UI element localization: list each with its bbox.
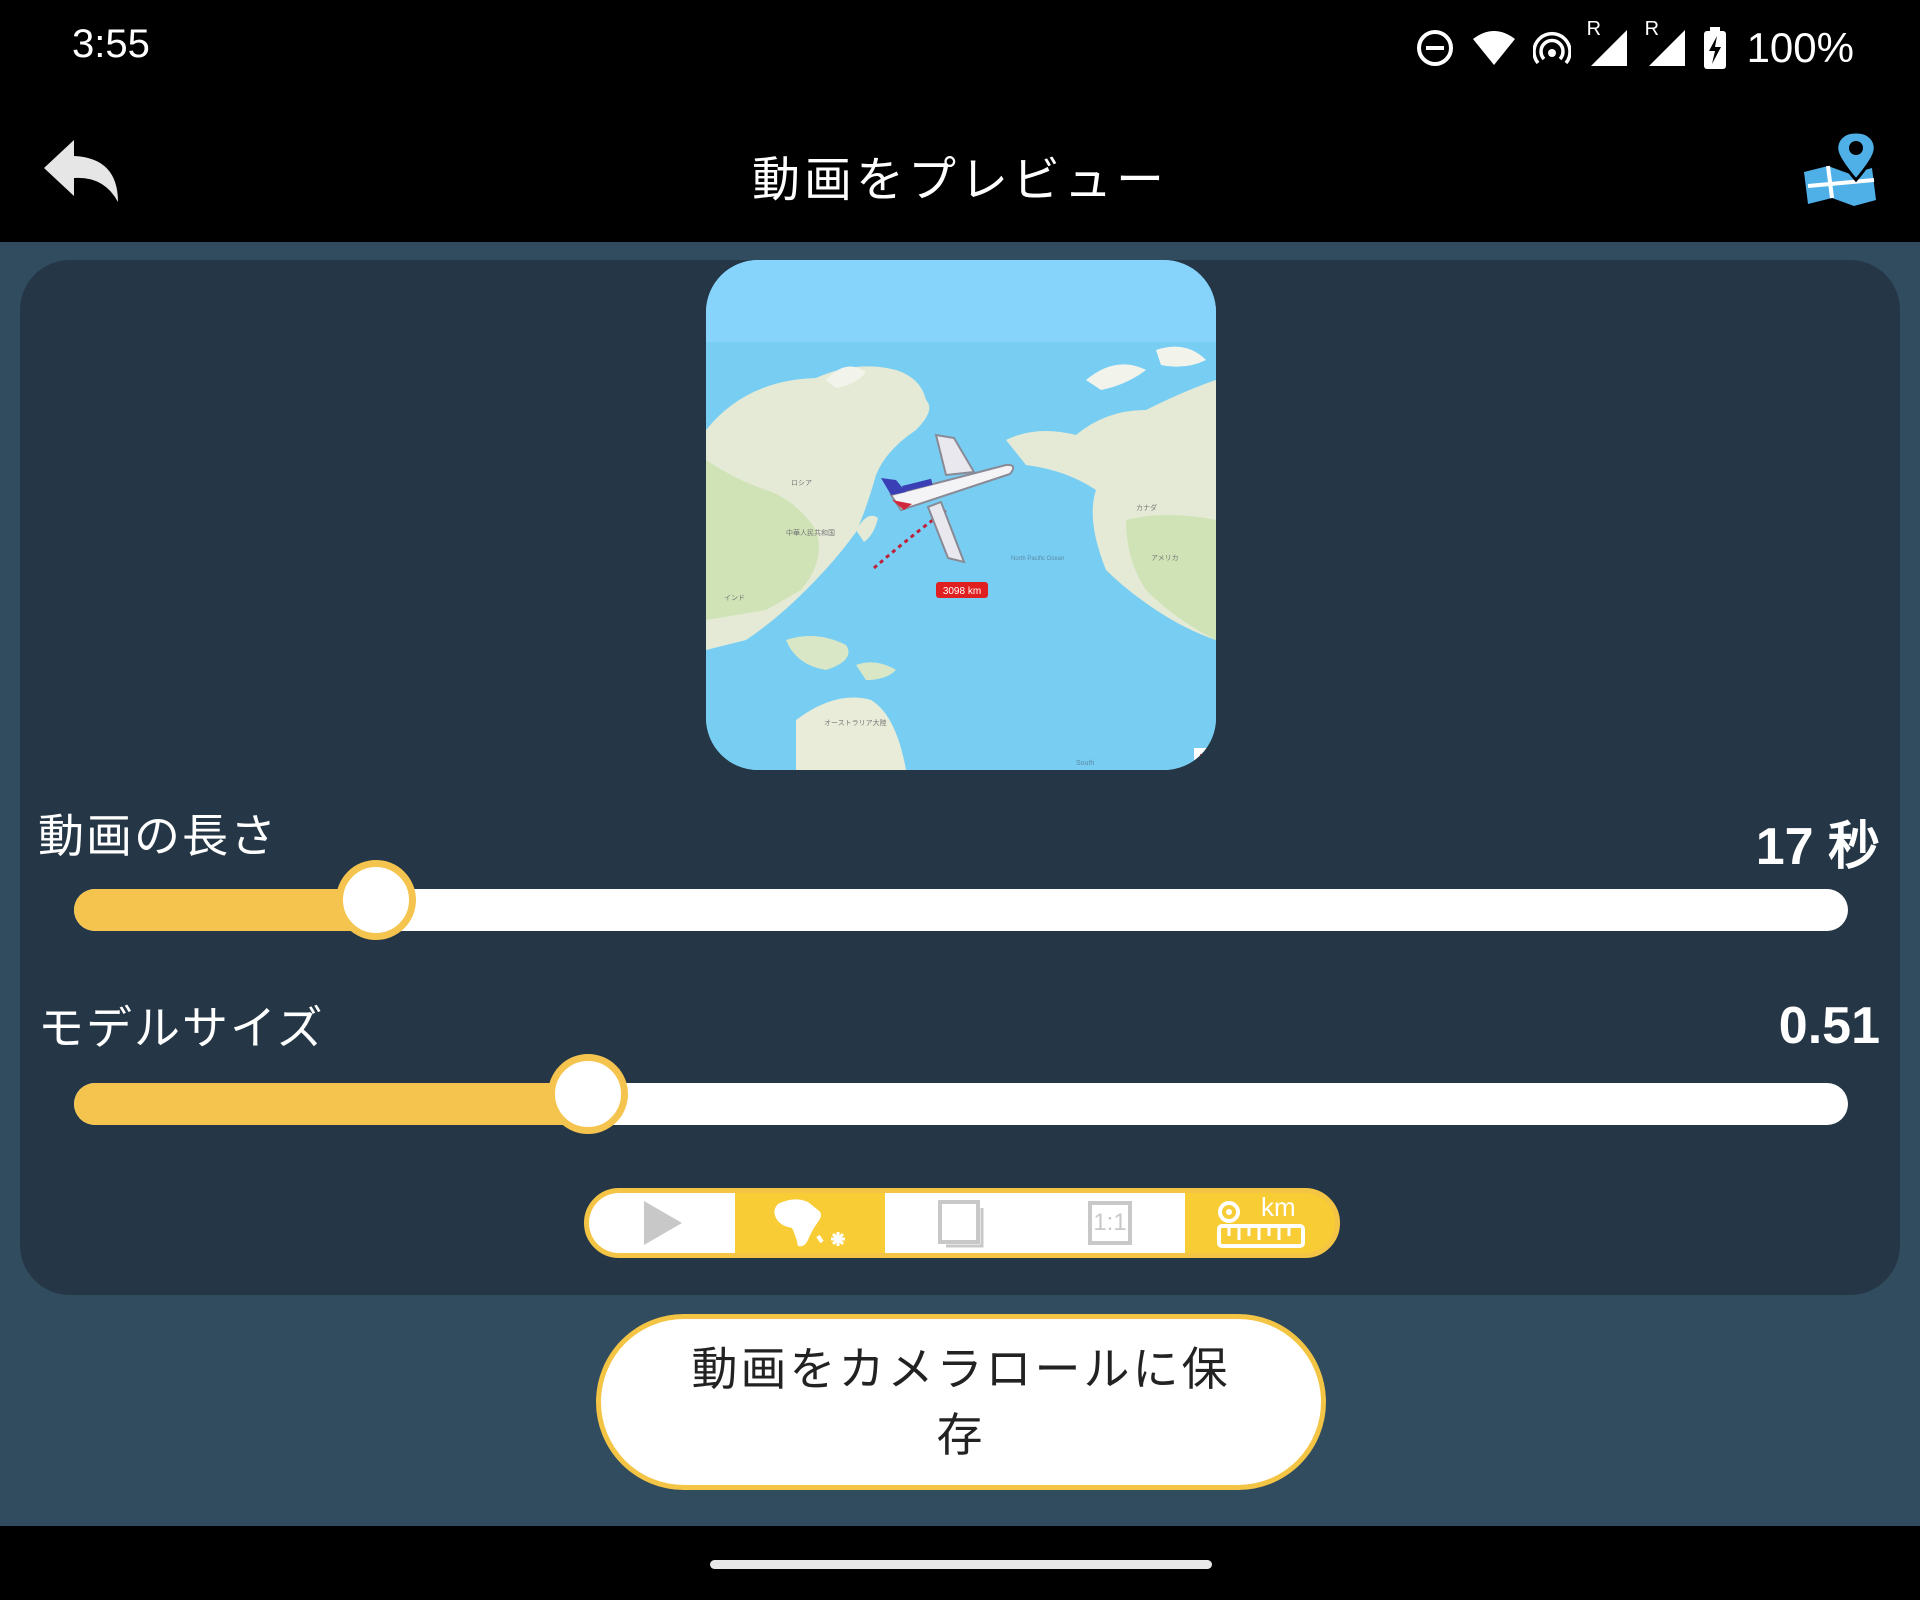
map-preview: 3098 km ロシア 中華人民共和国 インド アメリカ カナダ オーストラリア… — [706, 260, 1216, 770]
africa-map-icon — [768, 1196, 852, 1250]
distance-ruler-icon: km — [1215, 1193, 1305, 1250]
duration-slider-fill — [74, 889, 376, 931]
battery-charging-icon — [1703, 27, 1727, 69]
aspect-ratio-toggle[interactable]: 1:1 — [1035, 1193, 1185, 1253]
duration-value: 17 秒 — [1755, 818, 1880, 876]
settings-panel: 3098 km ロシア 中華人民共和国 インド アメリカ カナダ オーストラリア… — [20, 260, 1900, 1295]
save-to-camera-roll-button[interactable]: 動画をカメラロールに保存 — [596, 1314, 1326, 1490]
map-label-india: インド — [724, 595, 745, 602]
distance-ruler-toggle[interactable]: km — [1185, 1193, 1335, 1253]
map-label-south: South — [1076, 760, 1094, 767]
duration-label: 動画の長さ — [38, 809, 278, 863]
model-size-label: モデルサイズ — [38, 1001, 325, 1055]
play-icon — [640, 1199, 684, 1247]
frame-toggle[interactable] — [885, 1193, 1035, 1253]
africa-map-toggle[interactable] — [735, 1193, 885, 1253]
map-label-china: 中華人民共和国 — [786, 528, 835, 537]
model-size-value: 0.51 — [1778, 997, 1880, 1055]
frame-icon — [936, 1198, 984, 1248]
map-location-pin-icon — [1798, 130, 1880, 214]
display-options-toolbar: 1:1 km — [584, 1188, 1340, 1258]
duration-slider[interactable] — [74, 860, 1848, 940]
duration-slider-thumb[interactable] — [335, 860, 416, 940]
status-icons: R R 100% — [1415, 18, 1854, 74]
roaming-label: R — [1586, 18, 1602, 40]
status-time: 3:55 — [72, 22, 150, 66]
map-label-canada: カナダ — [1136, 503, 1157, 512]
do-not-disturb-icon — [1415, 28, 1455, 68]
aspect-ratio-icon: 1:1 — [1088, 1201, 1132, 1245]
app-bar: 動画をプレビュー — [0, 100, 1920, 242]
navigation-bar — [0, 1526, 1920, 1600]
distance-ruler-label: km — [1261, 1192, 1296, 1222]
map-label-russia: ロシア — [791, 479, 812, 487]
page-title: 動画をプレビュー — [751, 152, 1168, 208]
aspect-ratio-label: 1:1 — [1093, 1209, 1127, 1236]
map-location-button[interactable] — [1798, 130, 1880, 210]
signal-roaming-icon-1: R — [1587, 18, 1629, 68]
home-indicator[interactable] — [710, 1560, 1212, 1569]
map-label-usa: アメリカ — [1151, 554, 1179, 562]
roaming-label: R — [1644, 18, 1660, 40]
hotspot-icon — [1532, 29, 1571, 67]
signal-roaming-icon-2: R — [1645, 18, 1687, 68]
distance-label: 3098 km — [943, 586, 981, 597]
wifi-icon — [1471, 29, 1517, 67]
play-button[interactable] — [589, 1193, 735, 1253]
model-size-slider-thumb[interactable] — [548, 1054, 629, 1134]
battery-percent: 100% — [1746, 24, 1854, 71]
model-size-slider[interactable] — [74, 1054, 1848, 1134]
map-label-australia: オーストラリア大陸 — [824, 718, 887, 727]
status-bar: 3:55 R R 100% — [0, 0, 1920, 100]
map-label-pacific: North Pacific Ocean — [1011, 556, 1064, 562]
model-size-slider-fill — [74, 1083, 589, 1125]
